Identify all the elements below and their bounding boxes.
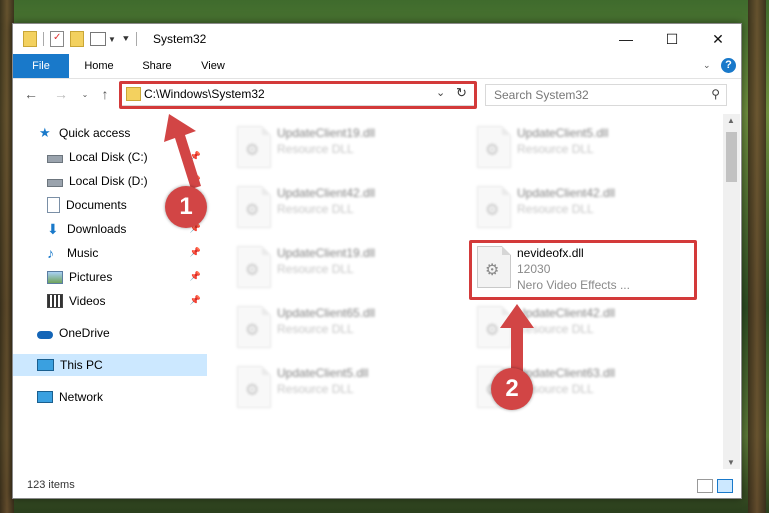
step-1-badge: 1	[165, 186, 207, 228]
file-explorer-window: ✓ ▼ ⯆ System32 — ☐ ✕ File Home Share Vie…	[12, 23, 742, 499]
annotation-arrows	[164, 114, 534, 374]
arrow-step1	[164, 114, 201, 189]
arrow-step2	[500, 304, 534, 374]
step-2-badge: 2	[491, 368, 533, 410]
